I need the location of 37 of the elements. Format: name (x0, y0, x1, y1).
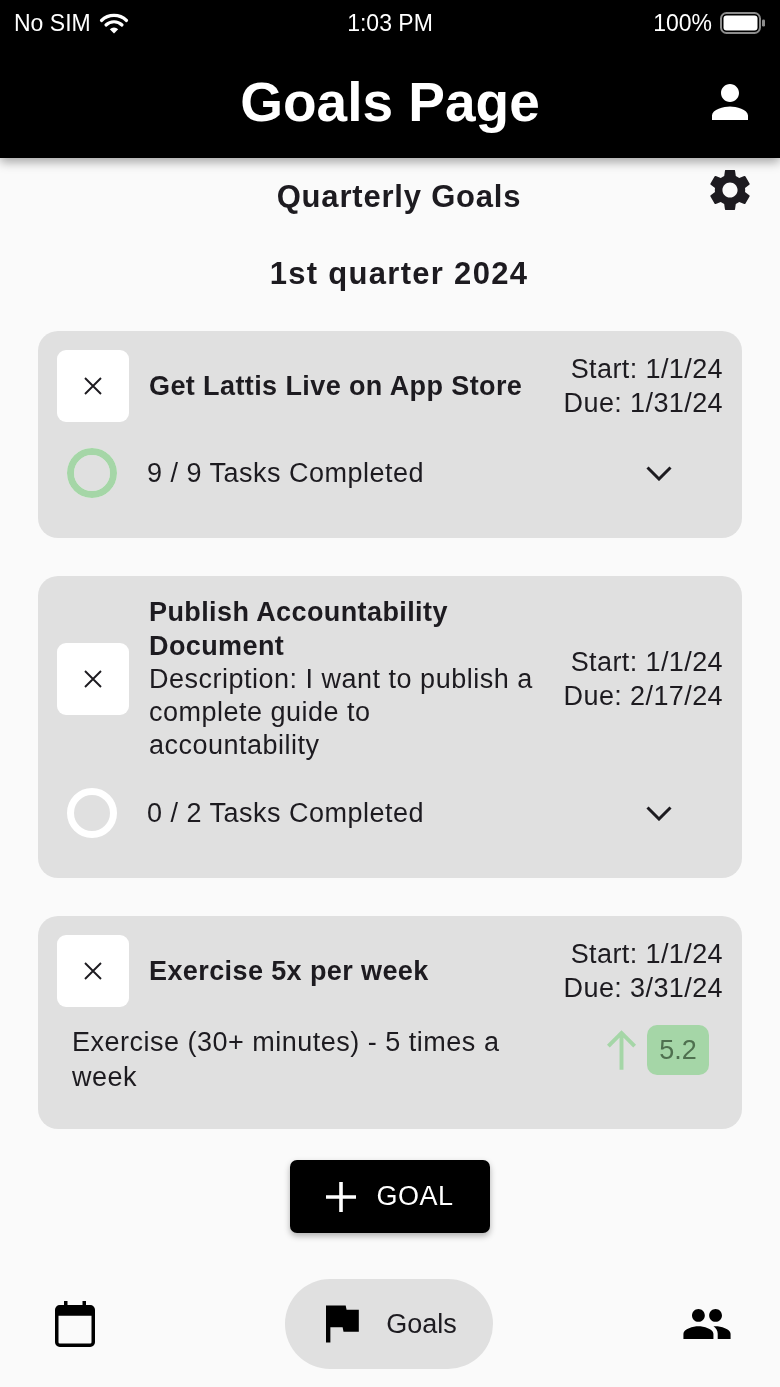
people-icon[interactable] (683, 1309, 731, 1339)
carrier-label: No SIM (14, 8, 91, 37)
quarter-label: 1st quarter 2024 (269, 257, 529, 291)
close-icon (84, 377, 102, 395)
chevron-down-icon[interactable] (646, 805, 672, 821)
wifi-icon (98, 11, 129, 34)
add-goal-button[interactable]: GOAL (290, 1160, 490, 1233)
settings-icon[interactable] (710, 170, 750, 210)
goal-description: Description: I want to publish a complete guide to accountability (149, 663, 534, 762)
goal-title: Get Lattis Live on App Store (149, 370, 524, 403)
person-icon[interactable] (712, 83, 748, 120)
start-date: Start: 1/1/24 (570, 353, 723, 386)
section-title: Quarterly Goals (275, 180, 522, 214)
goal-title: Publish Accountability Document (149, 596, 449, 663)
chevron-down-icon[interactable] (646, 465, 672, 481)
progress-ring (67, 788, 117, 838)
battery-icon (720, 11, 766, 34)
close-icon (84, 962, 102, 980)
due-date: Due: 2/17/24 (563, 679, 723, 713)
start-date: Start: 1/1/24 (570, 938, 723, 971)
nav-tab[interactable]: Goals (285, 1279, 493, 1369)
flag-icon (326, 1305, 362, 1343)
close-icon (84, 669, 102, 688)
progress-label: 0 / 2 Tasks Completed (147, 797, 425, 830)
clock-time: 1:03 PM (347, 8, 433, 37)
page-title: Goals Page (240, 69, 540, 134)
goal-description: Exercise (30+ minutes) - 5 times a week (72, 1026, 501, 1094)
progress-ring (67, 448, 117, 498)
calendar-icon[interactable] (55, 1301, 95, 1347)
metric-value-badge: 5.2 (647, 1025, 709, 1075)
due-date: Due: 3/31/24 (563, 972, 723, 1005)
progress-label: 9 / 9 Tasks Completed (147, 457, 425, 490)
battery-percent: 100% (653, 8, 712, 37)
plus-icon (326, 1181, 357, 1212)
due-date: Due: 1/31/24 (563, 387, 723, 420)
start-date: Start: 1/1/24 (570, 645, 723, 679)
goal-title: Exercise 5x per week (149, 955, 430, 988)
